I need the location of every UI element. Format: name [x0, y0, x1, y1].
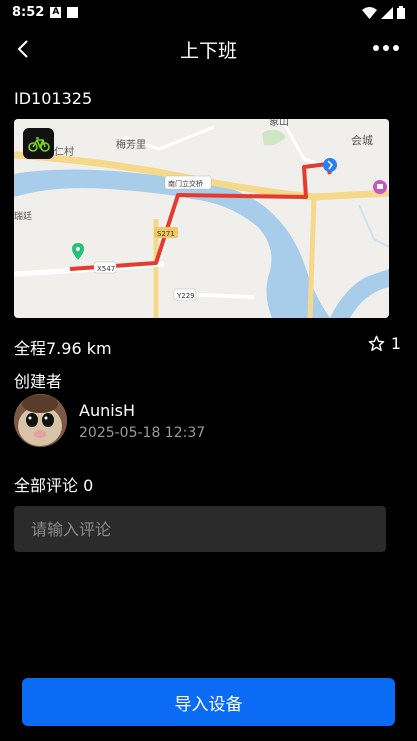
- signal-icon: [381, 6, 393, 19]
- favorite-count: 1: [390, 334, 401, 353]
- page-title: 上下班: [179, 40, 237, 62]
- more-dots-icon: [373, 45, 399, 51]
- wifi-icon: [362, 6, 377, 19]
- notification-square-icon: [67, 6, 79, 18]
- creator-label: 创建者: [14, 372, 63, 391]
- map-label-y229: Y229: [176, 292, 195, 300]
- bike-type-badge: [23, 128, 54, 159]
- status-bar: 8:52 A: [0, 0, 417, 24]
- map-label-bridge: 南门立交桥: [168, 179, 203, 188]
- star-icon: [368, 335, 385, 351]
- route-map[interactable]: 象山 会城 梅芳里 兴仁村 南门立交桥 S271 X547 Y229 瑞廷: [14, 119, 389, 318]
- more-options-button[interactable]: [371, 38, 401, 58]
- poi-marker: [373, 180, 387, 194]
- map-label-s271: S271: [157, 230, 175, 238]
- avatar-image: [14, 394, 67, 447]
- route-distance: 全程7.96 km: [14, 339, 112, 358]
- route-id: ID101325: [14, 89, 93, 108]
- map-label-left-edge: 瑞廷: [14, 210, 32, 222]
- map-label-mei-fang-li: 梅芳里: [116, 138, 146, 151]
- comments-header: 全部评论 0: [14, 476, 94, 495]
- avatar[interactable]: [14, 394, 67, 447]
- map-label-hui-cheng: 会城: [351, 134, 373, 147]
- comment-input[interactable]: [14, 506, 386, 552]
- created-date: 2025-05-18 12:37: [79, 425, 206, 441]
- import-to-device-button[interactable]: 导入设备: [22, 678, 395, 726]
- end-marker: [323, 158, 337, 172]
- map-label-xiang-shan: 象山: [269, 119, 289, 128]
- battery-icon: [397, 6, 405, 19]
- favorite-button[interactable]: 1: [368, 334, 401, 353]
- creator-name[interactable]: AunisH: [79, 401, 135, 420]
- bicycle-icon: [27, 136, 50, 152]
- header: 上下班: [0, 28, 417, 70]
- map-label-x547: X547: [97, 265, 115, 273]
- map-canvas: 象山 会城 梅芳里 兴仁村 南门立交桥 S271 X547 Y229 瑞廷: [14, 119, 389, 318]
- status-time: 8:52: [12, 4, 45, 20]
- notification-icon: A: [50, 6, 62, 18]
